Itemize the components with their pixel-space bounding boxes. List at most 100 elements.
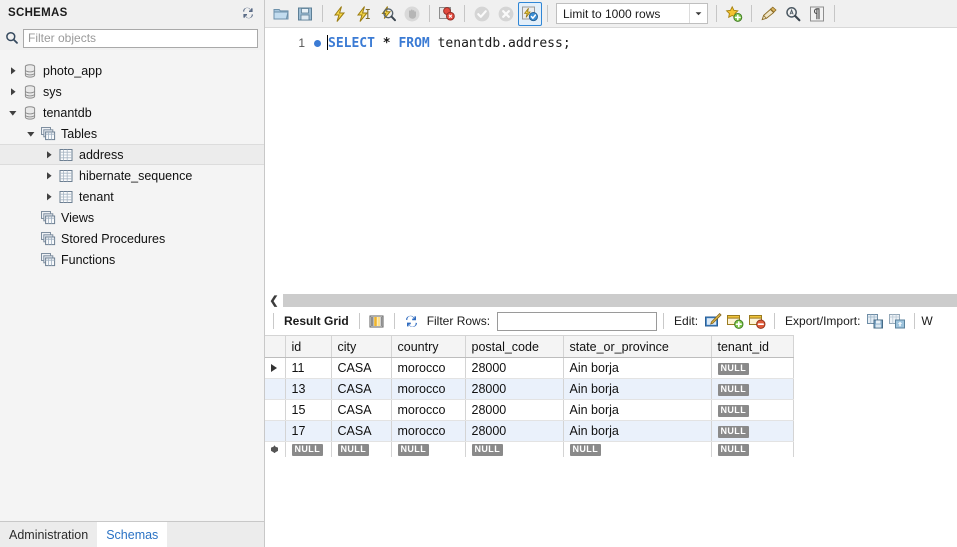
autocommit-icon[interactable] [518,1,542,26]
save-sql-script-icon[interactable] [293,2,317,26]
tree-node-tables[interactable]: Tables [0,123,264,144]
tree-node-stored-procedures[interactable]: Stored Procedures [0,228,264,249]
cell-country[interactable]: NULL [391,441,466,457]
cell-city[interactable]: CASA [331,357,392,379]
cell-state_or_province[interactable]: Ain borja [563,357,712,379]
cell-id[interactable]: 17 [285,420,332,442]
cell-country[interactable]: morocco [391,357,466,379]
cell-postal_code[interactable]: 28000 [465,399,564,421]
export-recordset-icon[interactable] [864,310,886,332]
explain-query-icon[interactable] [376,2,400,26]
tree-node-tenantdb[interactable]: tenantdb [0,102,264,123]
chevron-left-icon[interactable]: ❮ [265,293,283,307]
execute-current-icon[interactable] [352,2,376,26]
cell-state_or_province[interactable]: Ain borja [563,399,712,421]
row-marker-cell[interactable] [265,420,286,442]
table-row[interactable]: 17 CASA morocco 28000 Ain borja NULL [265,420,794,442]
schema-tree[interactable]: photo_app sys tenantdb Tables address hiberna… [0,50,264,521]
find-icon[interactable] [781,2,805,26]
cell-postal_code[interactable]: 28000 [465,378,564,400]
edit-row-icon[interactable] [702,310,724,332]
refresh-grid-icon[interactable] [401,310,423,332]
cell-city[interactable]: CASA [331,378,392,400]
cell-state_or_province[interactable]: Ain borja [563,420,712,442]
toggle-invisible-icon[interactable] [805,2,829,26]
chevron-down-icon[interactable] [6,106,20,120]
cell-tenant_id[interactable]: NULL [711,378,794,400]
row-marker-cell[interactable] [265,378,286,400]
tree-node-functions[interactable]: Functions [0,249,264,270]
cell-postal_code[interactable]: NULL [465,441,564,457]
splitter-bar[interactable] [283,293,957,307]
row-marker-cell[interactable] [265,399,286,421]
grid-view-icon[interactable] [366,310,388,332]
cell-tenant_id[interactable]: NULL [711,357,794,379]
chevron-down-icon[interactable] [24,127,38,141]
open-sql-script-icon[interactable] [269,2,293,26]
tab-schemas[interactable]: Schemas [97,522,168,547]
new-row-placeholder[interactable]: NULL NULL NULL NULL NULL NULL [265,441,794,457]
result-grid[interactable]: id city country postal_code state_or_provinc… [265,335,957,547]
table-row[interactable]: 15 CASA morocco 28000 Ain borja NULL [265,399,794,421]
import-recordset-icon[interactable] [886,310,908,332]
toggle-stop-on-error-icon[interactable] [435,2,459,26]
delete-row-icon[interactable] [746,310,768,332]
tree-node-address[interactable]: address [0,144,264,165]
filter-objects-input[interactable] [23,28,258,48]
sql-editor[interactable]: 1 SELECT * FROM tenantdb.address; [265,28,957,293]
tab-administration[interactable]: Administration [0,522,97,547]
chevron-right-icon[interactable] [42,169,56,183]
tree-node-hibernate-sequence[interactable]: hibernate_sequence [0,165,264,186]
column-header-tenant_id[interactable]: tenant_id [711,335,794,358]
add-snippet-icon[interactable] [722,2,746,26]
cell-city[interactable]: CASA [331,420,392,442]
chevron-right-icon[interactable] [6,64,20,78]
cell-tenant_id[interactable]: NULL [711,399,794,421]
cell-id[interactable]: 15 [285,399,332,421]
column-header-id[interactable]: id [285,335,332,358]
cell-state_or_province[interactable]: NULL [563,441,712,457]
beautify-sql-icon[interactable] [757,2,781,26]
column-header-state_or_province[interactable]: state_or_province [563,335,712,358]
cell-state_or_province[interactable]: Ain borja [563,378,712,400]
refresh-icon[interactable] [240,5,256,21]
cell-country[interactable]: morocco [391,420,466,442]
chevron-right-icon[interactable] [42,148,56,162]
breakpoint-dot-icon[interactable] [314,40,321,47]
cell-id[interactable]: 13 [285,378,332,400]
tree-node-photo-app[interactable]: photo_app [0,60,264,81]
cell-country[interactable]: morocco [391,378,466,400]
table-row[interactable]: 13 CASA morocco 28000 Ain borja NULL [265,378,794,400]
tree-node-sys[interactable]: sys [0,81,264,102]
sql-code-line[interactable]: SELECT * FROM tenantdb.address; [327,35,957,52]
cell-id[interactable]: 11 [285,357,332,379]
table-icon [58,168,74,184]
chevron-down-icon[interactable] [689,4,707,23]
cell-id[interactable]: NULL [285,441,332,457]
column-header-country[interactable]: country [391,335,466,358]
tree-node-views[interactable]: Views [0,207,264,228]
row-marker-cell[interactable] [265,441,286,457]
cell-city[interactable]: CASA [331,399,392,421]
cell-city[interactable]: NULL [331,441,392,457]
row-marker-cell[interactable] [265,357,286,379]
execute-statement-icon[interactable] [328,2,352,26]
limit-rows-select[interactable]: Limit to 1000 rows [556,3,708,24]
cell-tenant_id[interactable]: NULL [711,441,794,457]
cell-postal_code[interactable]: 28000 [465,420,564,442]
cell-tenant_id[interactable]: NULL [711,420,794,442]
select-all-corner[interactable] [265,335,286,358]
results-splitter[interactable]: ❮ [265,293,957,307]
cell-postal_code[interactable]: 28000 [465,357,564,379]
insert-row-icon[interactable] [724,310,746,332]
cell-country[interactable]: morocco [391,399,466,421]
chevron-right-icon[interactable] [6,85,20,99]
tree-node-tenant[interactable]: tenant [0,186,264,207]
column-header-postal_code[interactable]: postal_code [465,335,564,358]
column-header-city[interactable]: city [331,335,392,358]
chevron-right-icon[interactable] [42,190,56,204]
grid-separator [663,313,665,329]
wrap-cell-content-label[interactable]: W [921,314,932,328]
table-row[interactable]: 11 CASA morocco 28000 Ain borja NULL [265,357,794,379]
filter-rows-input[interactable] [497,311,658,331]
